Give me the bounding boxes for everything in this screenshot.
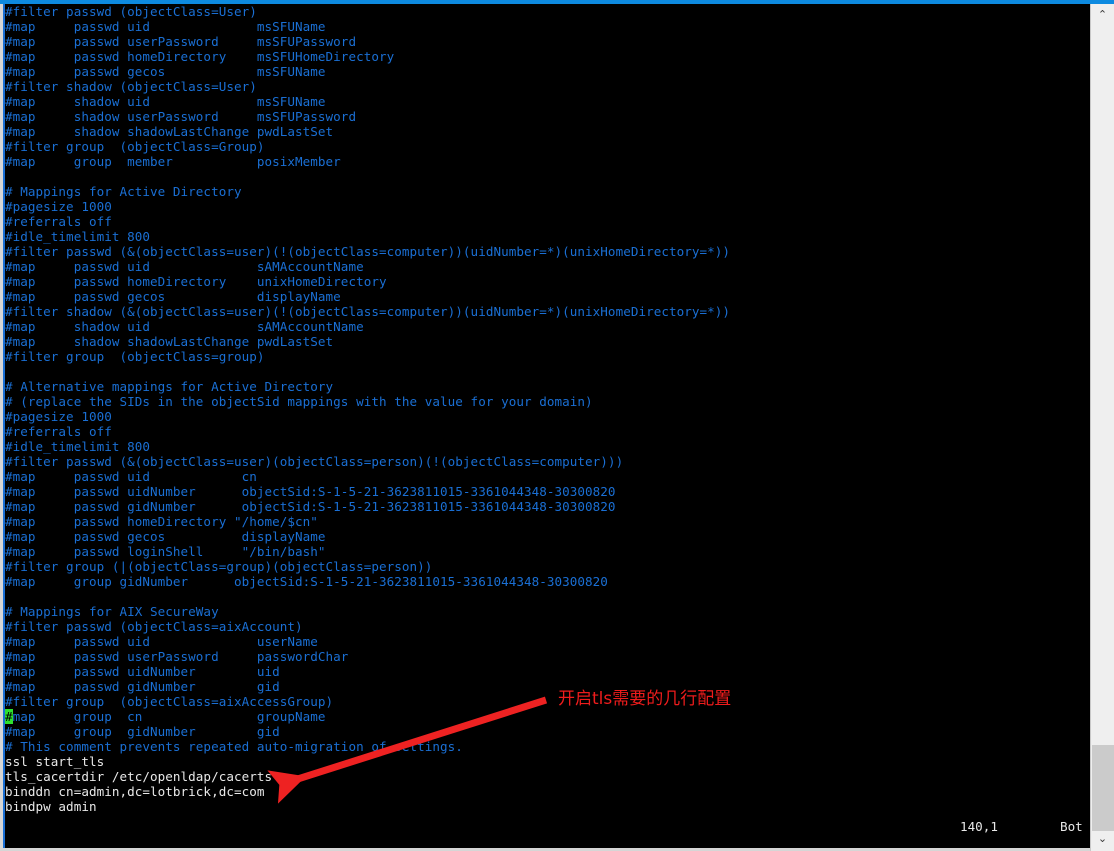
editor-line[interactable]: #filter group (objectClass=group) bbox=[5, 349, 1089, 364]
editor-line[interactable]: #map shadow userPassword msSFUPassword bbox=[5, 109, 1089, 124]
editor-line[interactable]: #filter group (objectClass=aixAccessGrou… bbox=[5, 694, 1089, 709]
editor-line[interactable]: #map passwd loginShell "/bin/bash" bbox=[5, 544, 1089, 559]
editor-line[interactable]: #map shadow uid sAMAccountName bbox=[5, 319, 1089, 334]
chevron-down-icon[interactable]: ⌄ bbox=[1091, 828, 1114, 848]
status-scroll-state: Bot bbox=[1060, 819, 1083, 834]
editor-line[interactable]: # Alternative mappings for Active Direct… bbox=[5, 379, 1089, 394]
editor-line[interactable]: # This comment prevents repeated auto-mi… bbox=[5, 739, 1089, 754]
editor-line[interactable]: #map passwd uidNumber objectSid:S-1-5-21… bbox=[5, 484, 1089, 499]
editor-line[interactable]: #map passwd homeDirectory unixHomeDirect… bbox=[5, 274, 1089, 289]
editor-line[interactable]: #map shadow shadowLastChange pwdLastSet bbox=[5, 124, 1089, 139]
editor-line[interactable]: #map group gidNumber objectSid:S-1-5-21-… bbox=[5, 574, 1089, 589]
editor-line[interactable]: #filter group (objectClass=Group) bbox=[5, 139, 1089, 154]
editor-line[interactable]: #map passwd homeDirectory "/home/$cn" bbox=[5, 514, 1089, 529]
editor-line[interactable]: #map passwd gecos displayName bbox=[5, 529, 1089, 544]
editor-line[interactable]: #map shadow shadowLastChange pwdLastSet bbox=[5, 334, 1089, 349]
editor-line[interactable]: #filter passwd (objectClass=aixAccount) bbox=[5, 619, 1089, 634]
editor-line[interactable]: #referrals off bbox=[5, 424, 1089, 439]
editor-line[interactable]: #filter group (|(objectClass=group)(obje… bbox=[5, 559, 1089, 574]
editor-line[interactable]: # (replace the SIDs in the objectSid map… bbox=[5, 394, 1089, 409]
terminal-window: #filter passwd (objectClass=User) #map pa… bbox=[0, 0, 1114, 851]
editor-line[interactable]: #map passwd userPassword msSFUPassword bbox=[5, 34, 1089, 49]
editor-line[interactable]: # Mappings for AIX SecureWay bbox=[5, 604, 1089, 619]
editor-line[interactable]: #map passwd uidNumber uid bbox=[5, 664, 1089, 679]
editor-line[interactable]: #map shadow uid msSFUName bbox=[5, 94, 1089, 109]
editor-line[interactable]: #referrals off bbox=[5, 214, 1089, 229]
editor-line[interactable]: #map passwd gecos displayName bbox=[5, 289, 1089, 304]
editor-line[interactable] bbox=[5, 169, 1089, 184]
editor-line-text: map group cn groupName bbox=[12, 709, 326, 724]
editor-line[interactable] bbox=[5, 364, 1089, 379]
editor-line[interactable]: #filter passwd (objectClass=User) bbox=[5, 4, 1089, 19]
vertical-scrollbar[interactable]: ⌃ ⌄ bbox=[1090, 4, 1114, 851]
editor-line[interactable] bbox=[5, 589, 1089, 604]
editor-line[interactable]: #map passwd gidNumber gid bbox=[5, 679, 1089, 694]
editor-text-buffer[interactable]: #filter passwd (objectClass=User) #map pa… bbox=[5, 4, 1089, 817]
editor-line[interactable]: #map group member posixMember bbox=[5, 154, 1089, 169]
editor-line[interactable]: #map passwd homeDirectory msSFUHomeDirec… bbox=[5, 49, 1089, 64]
status-cursor-position: 140,1 bbox=[960, 819, 998, 834]
chevron-up-icon[interactable]: ⌃ bbox=[1091, 4, 1114, 24]
editor-line[interactable]: #pagesize 1000 bbox=[5, 409, 1089, 424]
editor-line[interactable]: #map group cn groupName bbox=[5, 709, 1089, 724]
editor-line[interactable]: binddn cn=admin,dc=lotbrick,dc=com bbox=[5, 784, 1089, 799]
editor-line[interactable]: ssl start_tls bbox=[5, 754, 1089, 769]
editor-line[interactable]: #map passwd gidNumber objectSid:S-1-5-21… bbox=[5, 499, 1089, 514]
editor-line[interactable]: #map passwd uid sAMAccountName bbox=[5, 259, 1089, 274]
editor-status-line: 140,1 Bot bbox=[5, 817, 1090, 848]
editor-line[interactable]: #filter shadow (objectClass=User) bbox=[5, 79, 1089, 94]
editor-line[interactable]: #filter passwd (&(objectClass=user)(!(ob… bbox=[5, 244, 1089, 259]
editor-line[interactable]: #map passwd uid userName bbox=[5, 634, 1089, 649]
editor-line[interactable]: #map passwd uid msSFUName bbox=[5, 19, 1089, 34]
editor-line[interactable]: tls_cacertdir /etc/openldap/cacerts bbox=[5, 769, 1089, 784]
editor-line[interactable]: #idle_timelimit 800 bbox=[5, 439, 1089, 454]
editor-line[interactable]: #filter passwd (&(objectClass=user)(obje… bbox=[5, 454, 1089, 469]
editor-line[interactable]: #map group gidNumber gid bbox=[5, 724, 1089, 739]
editor-line[interactable]: # Mappings for Active Directory bbox=[5, 184, 1089, 199]
editor-line[interactable]: #map passwd uid cn bbox=[5, 469, 1089, 484]
editor-line[interactable]: #filter shadow (&(objectClass=user)(!(ob… bbox=[5, 304, 1089, 319]
editor-line[interactable]: #map passwd gecos msSFUName bbox=[5, 64, 1089, 79]
editor-line[interactable]: #pagesize 1000 bbox=[5, 199, 1089, 214]
text-cursor: # bbox=[5, 709, 13, 724]
editor-line[interactable]: #map passwd userPassword passwordChar bbox=[5, 649, 1089, 664]
editor-line[interactable]: bindpw admin bbox=[5, 799, 1089, 814]
scrollbar-thumb[interactable] bbox=[1092, 745, 1114, 831]
editor-line[interactable]: #idle_timelimit 800 bbox=[5, 229, 1089, 244]
